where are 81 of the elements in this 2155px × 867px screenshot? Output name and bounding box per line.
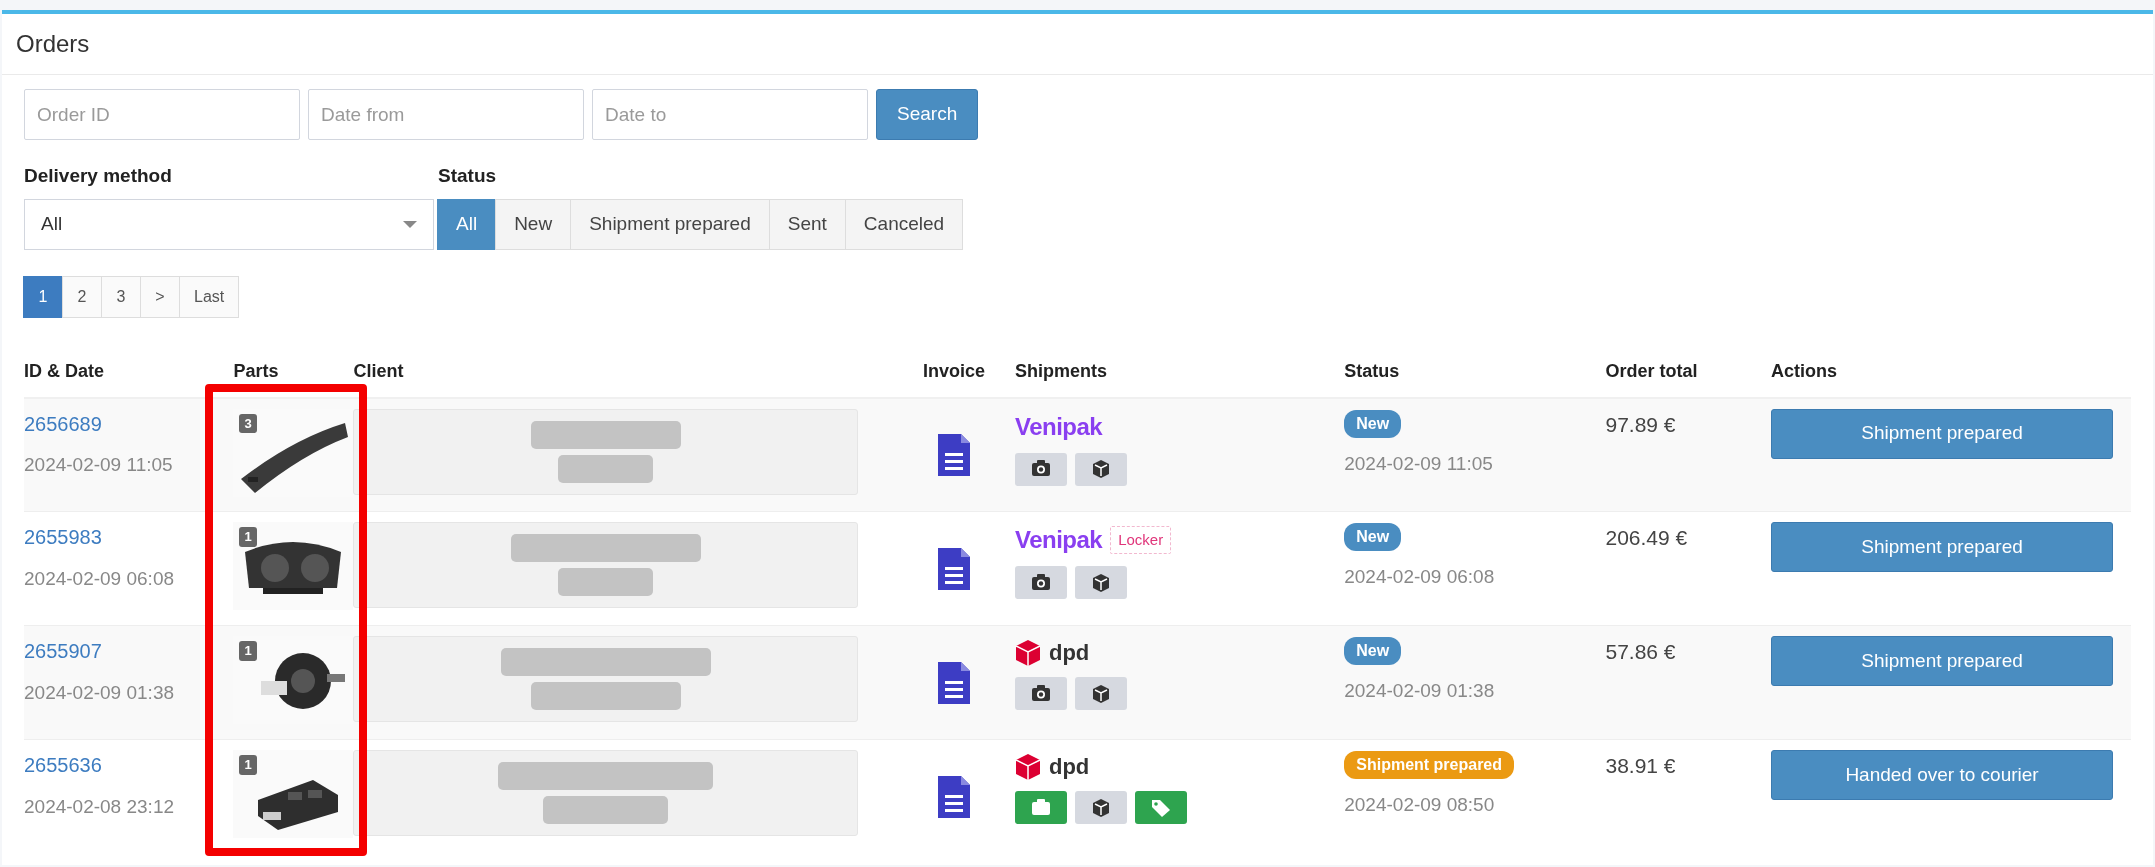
action-button[interactable]: Shipment prepared	[1771, 408, 2113, 459]
caret-icon	[403, 220, 417, 228]
order-link[interactable]: 2656689	[24, 412, 102, 435]
box-icon	[1090, 459, 1111, 479]
filter-tab[interactable]: Canceled	[844, 198, 964, 250]
photo-button[interactable]	[1014, 566, 1067, 599]
count-badge: 1	[239, 641, 257, 661]
order-total: 97.89 €	[1605, 412, 1676, 436]
filter-tab[interactable]: New	[495, 198, 572, 250]
document-icon[interactable]	[937, 546, 972, 591]
action-button[interactable]: Shipment prepared	[1771, 522, 2113, 572]
status-badge: New	[1344, 409, 1402, 438]
camera-icon	[1030, 683, 1051, 704]
label-button[interactable]	[1134, 791, 1187, 824]
status-date: 2024-02-09 06:08	[1344, 565, 1496, 589]
search-button[interactable]: Search	[876, 89, 979, 140]
order-link[interactable]: 2655907	[24, 640, 102, 662]
column-header: Parts	[233, 360, 279, 381]
status-badge: Shipment prepared	[1344, 751, 1515, 779]
status-date: 2024-02-09 08:50	[1344, 793, 1496, 817]
field-label: Status	[438, 164, 498, 188]
box-icon	[1090, 572, 1111, 593]
column-header: ID & Date	[24, 360, 104, 381]
dropdown-field[interactable]: All	[24, 198, 434, 250]
filter-tab[interactable]: All	[437, 198, 497, 250]
package-button[interactable]	[1074, 677, 1127, 710]
status-badge: New	[1344, 523, 1402, 551]
page-button[interactable]: Last	[179, 275, 240, 318]
column-header: Shipments	[1014, 360, 1107, 381]
order-date: 2024-02-08 23:12	[24, 794, 175, 819]
carrier-logo: dpd	[1048, 753, 1090, 781]
action-button[interactable]: Handed over to courier	[1771, 750, 2113, 800]
page-button[interactable]: 3	[101, 275, 141, 318]
status-date: 2024-02-09 01:38	[1344, 679, 1496, 703]
package-button[interactable]	[1074, 452, 1127, 486]
photo-button[interactable]	[1014, 677, 1067, 710]
tag-icon	[1150, 797, 1171, 818]
order-date: 2024-02-09 06:08	[24, 566, 175, 591]
page-button[interactable]: 2	[62, 275, 102, 318]
carrier-logo: Venipak	[1014, 525, 1103, 555]
column-header: Status	[1344, 360, 1400, 381]
order-total: 57.86 €	[1605, 640, 1676, 663]
camera-icon	[1030, 797, 1051, 818]
order-total: 206.49 €	[1605, 526, 1688, 549]
box-icon	[1090, 797, 1111, 818]
box-icon	[1090, 683, 1111, 704]
carrier-logo: Venipak	[1014, 411, 1103, 442]
order-total: 38.91 €	[1605, 754, 1676, 777]
card-title: Orders	[2, 14, 2153, 75]
cube-icon	[1014, 752, 1041, 781]
input-field[interactable]: Date from	[308, 89, 584, 140]
column-header: Invoice	[923, 360, 986, 381]
camera-icon	[1030, 459, 1051, 479]
order-date: 2024-02-09 11:05	[24, 453, 174, 477]
package-button[interactable]	[1074, 566, 1127, 599]
count-badge: 1	[239, 755, 257, 775]
order-link[interactable]: 2655983	[24, 526, 102, 548]
carrier-logo: dpd	[1048, 639, 1090, 667]
photo-button[interactable]	[1014, 452, 1067, 486]
filter-tab[interactable]: Sent	[768, 198, 846, 250]
document-icon[interactable]	[937, 432, 972, 477]
package-button[interactable]	[1074, 791, 1127, 824]
status-badge: New	[1344, 637, 1402, 665]
input-field[interactable]: Order ID	[24, 89, 300, 140]
status-date: 2024-02-09 11:05	[1344, 451, 1494, 476]
column-header: Order total	[1605, 360, 1698, 381]
column-header: Client	[353, 360, 404, 381]
count-badge: 1	[239, 527, 257, 547]
input-field[interactable]: Date to	[592, 89, 868, 140]
document-icon[interactable]	[937, 660, 972, 705]
column-header: Actions	[1771, 360, 1838, 381]
locker-tag: Locker	[1110, 525, 1172, 555]
action-button[interactable]: Shipment prepared	[1771, 636, 2113, 686]
order-link[interactable]: 2655636	[24, 754, 102, 776]
order-date: 2024-02-09 01:38	[24, 680, 175, 705]
camera-icon	[1030, 572, 1051, 593]
filter-tab[interactable]: Shipment prepared	[570, 198, 770, 250]
document-icon[interactable]	[937, 774, 972, 819]
page-button[interactable]: 1	[23, 275, 63, 318]
page-button[interactable]: >	[140, 275, 180, 318]
field-label: Delivery method	[24, 164, 173, 188]
